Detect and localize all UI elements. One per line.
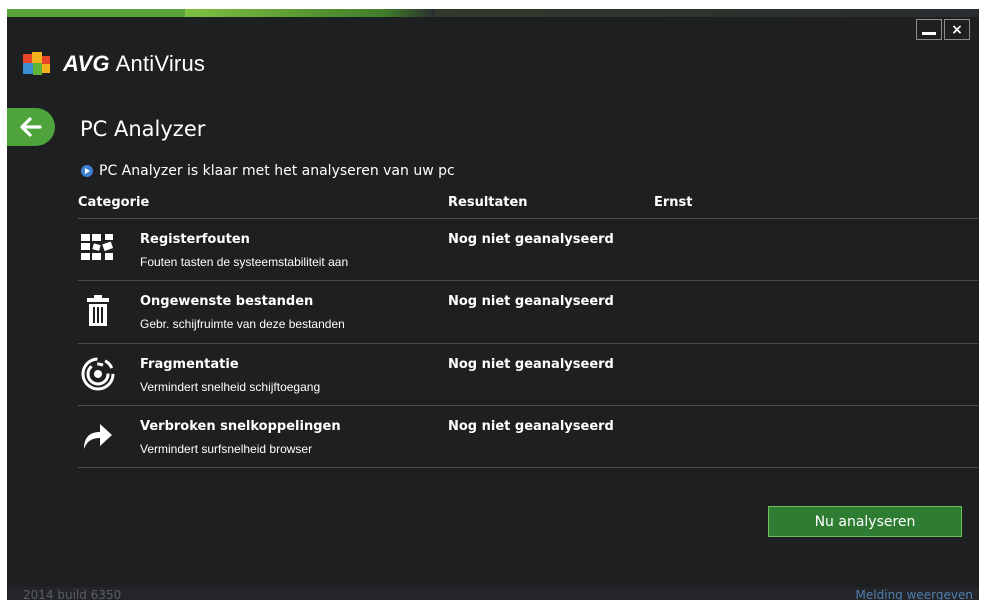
close-button[interactable]: × — [944, 19, 970, 40]
divider — [78, 467, 978, 468]
show-notification-link[interactable]: Melding weergeven — [856, 588, 973, 600]
row-title: Fragmentatie — [140, 357, 239, 372]
registry-icon — [80, 231, 116, 267]
status-bar: 2014 build 6350 Melding weergeven — [7, 587, 979, 600]
page-title: PC Analyzer — [80, 117, 206, 141]
arrow-left-icon — [20, 117, 42, 137]
row-description: Fouten tasten de systeemstabiliteit aan — [140, 255, 349, 269]
minimize-icon — [922, 32, 936, 35]
status-message: PC Analyzer is klaar met het analyseren … — [81, 163, 455, 179]
row-result: Nog niet geanalyseerd — [448, 294, 614, 309]
row-result: Nog niet geanalyseerd — [448, 232, 614, 247]
build-info: 2014 build 6350 — [23, 588, 122, 600]
app-window: × AVG AntiVirus PC Analyzer PC Analyzer i… — [7, 9, 979, 600]
table-row: Fragmentatie Vermindert snelheid schijft… — [78, 344, 978, 406]
table-row: Registerfouten Fouten tasten de systeems… — [78, 219, 978, 281]
column-header-results: Resultaten — [448, 195, 528, 210]
row-description: Vermindert snelheid schijftoegang — [140, 380, 321, 394]
column-header-category: Categorie — [78, 195, 150, 210]
disk-fragment-icon — [80, 356, 116, 392]
row-description: Vermindert surfsnelheid browser — [140, 442, 313, 456]
brand-name: AVG — [63, 51, 110, 76]
row-result: Nog niet geanalyseerd — [448, 357, 614, 372]
trash-icon — [80, 293, 116, 329]
app-logo: AVG AntiVirus — [23, 51, 205, 77]
analyze-now-button[interactable]: Nu analyseren — [768, 506, 962, 537]
row-title: Ongewenste bestanden — [140, 294, 314, 309]
minimize-button[interactable] — [916, 19, 942, 40]
row-title: Registerfouten — [140, 232, 250, 247]
avg-logo-icon — [23, 52, 50, 75]
row-title: Verbroken snelkoppelingen — [140, 419, 341, 434]
row-description: Gebr. schijfruimte van deze bestanden — [140, 317, 345, 331]
status-text: PC Analyzer is klaar met het analyseren … — [99, 163, 455, 179]
title-strip — [7, 9, 979, 17]
back-button[interactable] — [7, 108, 55, 146]
column-header-severity: Ernst — [654, 195, 693, 210]
shortcut-arrow-icon — [80, 418, 116, 454]
product-name: AntiVirus — [115, 51, 206, 76]
row-result: Nog niet geanalyseerd — [448, 419, 614, 434]
info-play-icon — [81, 165, 93, 177]
table-row: Ongewenste bestanden Gebr. schijfruimte … — [78, 281, 978, 343]
table-row: Verbroken snelkoppelingen Vermindert sur… — [78, 406, 978, 468]
